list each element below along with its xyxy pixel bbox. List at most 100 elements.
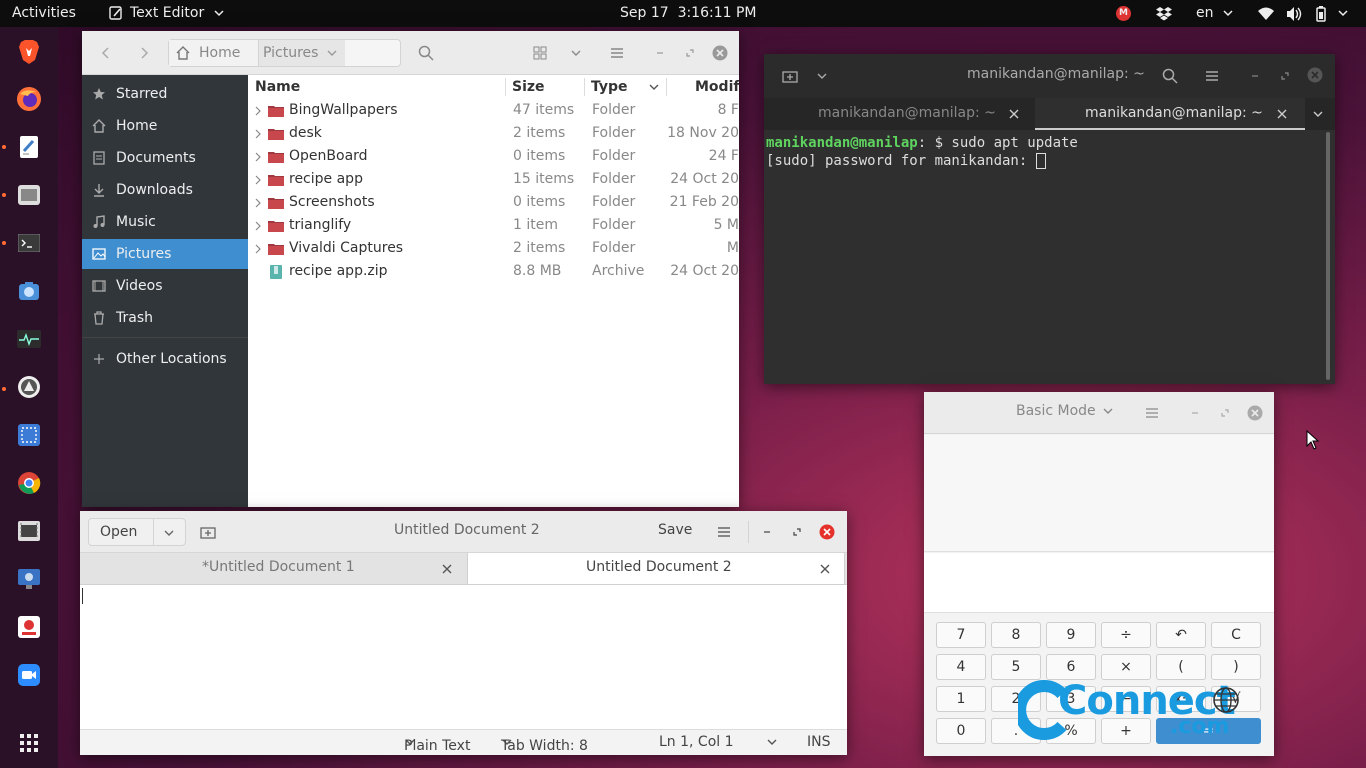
- close-tab-icon[interactable]: [442, 564, 452, 574]
- minimize-button[interactable]: [1185, 403, 1205, 423]
- menu-button[interactable]: [1202, 66, 1222, 86]
- terminal-tab-1[interactable]: manikandan@manilap: ~: [764, 98, 1034, 130]
- calc-key[interactable]: 1: [936, 686, 986, 712]
- tab-width-selector[interactable]: Tab Width: 8: [501, 734, 588, 754]
- maximize-button[interactable]: [787, 522, 807, 542]
- calc-key[interactable]: ): [1211, 654, 1261, 680]
- zoom-launcher[interactable]: [14, 660, 44, 690]
- sidebar-item-other-locations[interactable]: Other Locations: [82, 344, 248, 374]
- calc-key[interactable]: 2: [991, 686, 1041, 712]
- expander-icon[interactable]: [254, 198, 262, 208]
- column-name[interactable]: Name: [255, 75, 300, 99]
- breadcrumb-home[interactable]: Home: [169, 40, 259, 66]
- system-menu[interactable]: [1258, 6, 1354, 33]
- tabs-overflow-button[interactable]: [1308, 104, 1328, 124]
- calc-key[interactable]: x²: [1156, 686, 1206, 712]
- close-tab-icon[interactable]: [1277, 109, 1287, 119]
- sidebar-item-trash[interactable]: Trash: [82, 303, 248, 333]
- file-row[interactable]: OpenBoard 0 items Folder 24 F: [248, 145, 739, 168]
- sidebar-item-videos[interactable]: Videos: [82, 271, 248, 301]
- sidebar-item-downloads[interactable]: Downloads: [82, 175, 248, 205]
- system-monitor-launcher[interactable]: [14, 324, 44, 354]
- forward-button[interactable]: [134, 43, 154, 63]
- file-row[interactable]: trianglify 1 item Folder 5 M: [248, 214, 739, 237]
- calc-key[interactable]: 5: [991, 654, 1041, 680]
- minimize-button[interactable]: [650, 43, 670, 63]
- sidebar-item-documents[interactable]: Documents: [82, 143, 248, 173]
- new-tab-button[interactable]: [780, 66, 800, 86]
- calc-key[interactable]: −: [1101, 686, 1151, 712]
- screenshot-launcher[interactable]: [14, 276, 44, 306]
- sidebar-item-music[interactable]: Music: [82, 207, 248, 237]
- expander-icon[interactable]: [254, 244, 262, 254]
- clock[interactable]: Sep 17 3:16:11 PM: [620, 0, 757, 27]
- calc-key[interactable]: 7: [936, 622, 986, 648]
- terminal-tab-2[interactable]: manikandan@manilap: ~: [1035, 98, 1305, 130]
- maximize-button[interactable]: [1275, 66, 1295, 86]
- tab-menu-button[interactable]: [812, 66, 832, 86]
- maximize-button[interactable]: [1215, 403, 1235, 423]
- close-button[interactable]: [1245, 403, 1265, 423]
- calculator-tool-launcher[interactable]: [14, 564, 44, 594]
- editor-tab-1[interactable]: *Untitled Document 1: [80, 553, 466, 584]
- activities-button[interactable]: Activities: [12, 0, 76, 27]
- app-menu[interactable]: Text Editor: [108, 0, 225, 27]
- column-type[interactable]: Type: [591, 75, 628, 99]
- brave-browser-launcher[interactable]: [14, 37, 44, 67]
- calc-key[interactable]: 4: [936, 654, 986, 680]
- file-row[interactable]: recipe app 15 items Folder 24 Oct 20: [248, 168, 739, 191]
- column-modified[interactable]: Modifi: [695, 75, 739, 99]
- search-button[interactable]: [1160, 66, 1180, 86]
- terminal-output[interactable]: manikandan@manilap: $ sudo apt update [s…: [764, 130, 1335, 384]
- calc-key[interactable]: =: [1156, 718, 1261, 744]
- sidebar-item-starred[interactable]: Starred: [82, 79, 248, 109]
- calc-key[interactable]: (: [1156, 654, 1206, 680]
- calc-key[interactable]: 9: [1046, 622, 1096, 648]
- sidebar-item-pictures[interactable]: Pictures: [82, 239, 248, 269]
- calc-key[interactable]: ×: [1101, 654, 1151, 680]
- expander-icon[interactable]: [254, 129, 262, 139]
- expander-icon[interactable]: [254, 175, 262, 185]
- calc-key[interactable]: 6: [1046, 654, 1096, 680]
- input-language[interactable]: en: [1196, 0, 1234, 27]
- software-updater-launcher[interactable]: [14, 372, 44, 402]
- calc-key[interactable]: 3: [1046, 686, 1096, 712]
- show-applications-button[interactable]: [14, 728, 44, 758]
- view-options-button[interactable]: [566, 43, 586, 63]
- minimize-button[interactable]: [1245, 66, 1265, 86]
- dropbox-icon[interactable]: [1156, 6, 1172, 33]
- files-launcher[interactable]: [14, 180, 44, 210]
- open-button[interactable]: Open: [88, 518, 186, 546]
- close-button[interactable]: [1305, 65, 1325, 85]
- calc-key[interactable]: C: [1211, 622, 1261, 648]
- expander-icon[interactable]: [254, 106, 262, 116]
- terminal-scrollbar[interactable]: [1326, 132, 1330, 380]
- chevron-down-icon[interactable]: [163, 528, 175, 538]
- view-grid-button[interactable]: [530, 43, 550, 63]
- file-row[interactable]: desk 2 items Folder 18 Nov 20: [248, 122, 739, 145]
- new-document-button[interactable]: [198, 522, 218, 542]
- editor-text-area[interactable]: [80, 585, 847, 729]
- chrome-launcher[interactable]: [14, 468, 44, 498]
- calc-key[interactable]: %: [1046, 718, 1096, 744]
- back-button[interactable]: [96, 43, 116, 63]
- editor-tab-2[interactable]: Untitled Document 2: [467, 553, 845, 584]
- file-row[interactable]: BingWallpapers 47 items Folder 8 F: [248, 99, 739, 122]
- breadcrumb-pictures[interactable]: Pictures: [259, 40, 345, 66]
- calculator-display[interactable]: [924, 553, 1274, 613]
- position-menu[interactable]: [766, 734, 778, 750]
- search-button[interactable]: [416, 43, 436, 63]
- menu-button[interactable]: [607, 43, 627, 63]
- file-row[interactable]: Screenshots 0 items Folder 21 Feb 20: [248, 191, 739, 214]
- maximize-button[interactable]: [680, 43, 700, 63]
- sidebar-item-home[interactable]: Home: [82, 111, 248, 141]
- calc-key[interactable]: √: [1211, 686, 1261, 712]
- calc-key[interactable]: ÷: [1101, 622, 1151, 648]
- cursor-position[interactable]: Ln 1, Col 1: [659, 734, 734, 750]
- expander-icon[interactable]: [254, 152, 262, 162]
- minimize-button[interactable]: [757, 522, 777, 542]
- close-tab-icon[interactable]: [820, 564, 830, 574]
- screenshot-tool-launcher[interactable]: [14, 420, 44, 450]
- expander-icon[interactable]: [254, 221, 262, 231]
- terminal-launcher[interactable]: [14, 228, 44, 258]
